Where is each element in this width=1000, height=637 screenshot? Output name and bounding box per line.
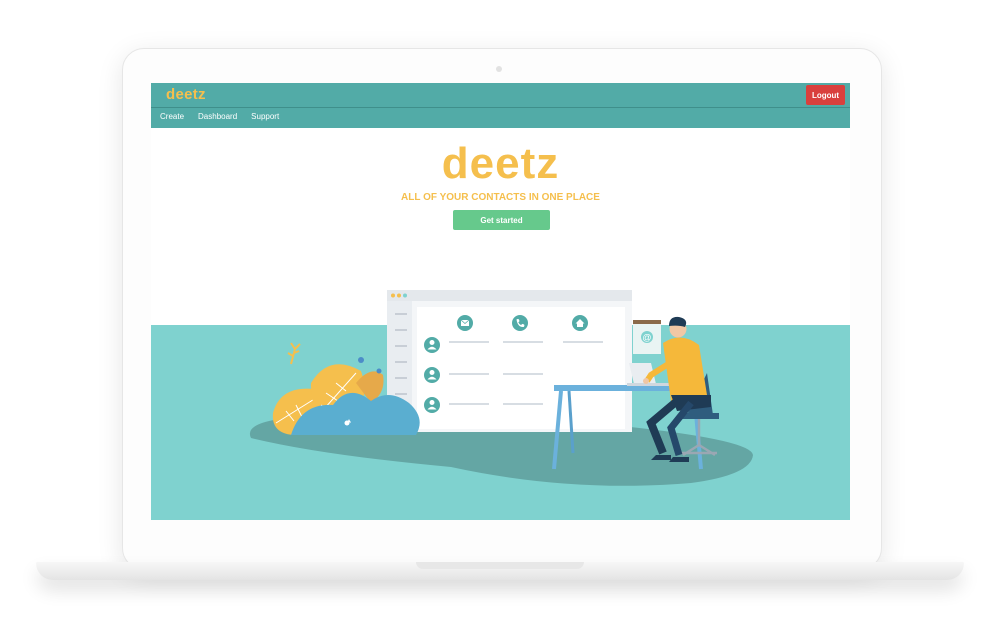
phone-icon: [512, 315, 528, 331]
laptop-notch: [416, 562, 584, 569]
user-avatar-icon: [424, 337, 440, 413]
at-sign-icon: @: [633, 320, 661, 354]
hero-illustration: @: [151, 290, 850, 520]
home-icon: [572, 315, 588, 331]
mail-icon: [457, 315, 473, 331]
app-screen: deetz Logout Create Dashboard Support de…: [151, 83, 850, 520]
svg-text:@: @: [642, 333, 651, 343]
contacts-window: [387, 290, 632, 432]
camera-icon: [496, 66, 502, 72]
